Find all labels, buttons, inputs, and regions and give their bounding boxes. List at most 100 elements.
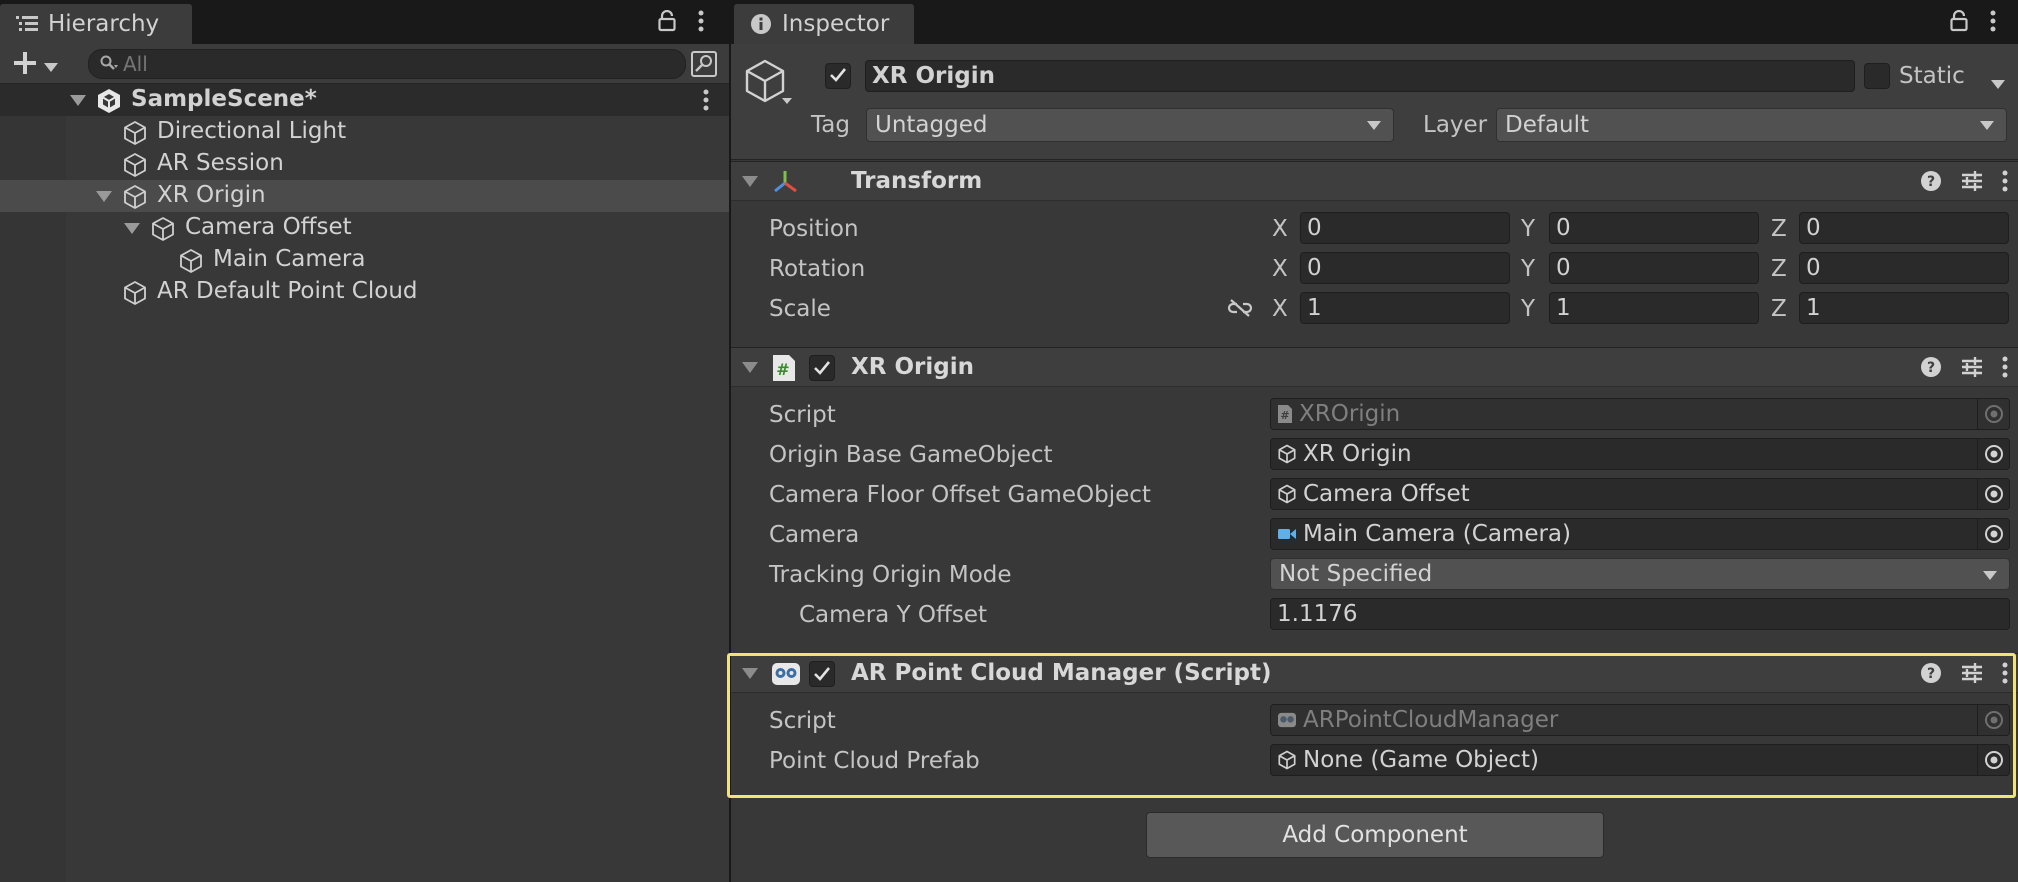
scale-label[interactable]: Scale bbox=[769, 296, 831, 322]
svg-text:?: ? bbox=[1927, 360, 1935, 376]
ar-point-cloud-manager-enabled-checkbox[interactable] bbox=[809, 661, 835, 687]
rotation-label[interactable]: Rotation bbox=[769, 256, 865, 282]
gameobject-cube-icon bbox=[1277, 484, 1297, 504]
expand-arrow-icon[interactable] bbox=[96, 191, 112, 202]
add-component-button[interactable]: Add Component bbox=[1146, 812, 1604, 858]
scene-name: SampleScene* bbox=[131, 86, 317, 112]
gameobject-cube-icon bbox=[1277, 444, 1297, 464]
rotation-z-axis[interactable]: Z bbox=[1771, 256, 1787, 282]
origin-base-field[interactable]: XR Origin bbox=[1270, 438, 2010, 470]
preset-sliders-icon[interactable] bbox=[1960, 356, 1984, 384]
scale-x-field[interactable]: 1 bbox=[1300, 292, 1510, 324]
position-x-field[interactable]: 0 bbox=[1300, 212, 1510, 244]
scale-y-field[interactable]: 1 bbox=[1549, 292, 1759, 324]
rotation-x-axis[interactable]: X bbox=[1272, 256, 1288, 282]
expand-arrow-icon[interactable] bbox=[124, 223, 140, 234]
search-scene-mode-icon[interactable] bbox=[690, 50, 718, 78]
camera-field[interactable]: Main Camera (Camera) bbox=[1270, 518, 2010, 550]
position-z-axis[interactable]: Z bbox=[1771, 216, 1787, 242]
kebab-menu-icon[interactable] bbox=[2002, 170, 2008, 198]
object-picker-icon[interactable] bbox=[1977, 439, 2009, 469]
hierarchy-search-box[interactable] bbox=[88, 49, 686, 79]
create-dropdown-button[interactable] bbox=[12, 50, 58, 82]
position-x-axis[interactable]: X bbox=[1272, 216, 1288, 242]
hierarchy-toolbar bbox=[0, 44, 729, 84]
hierarchy-search-input[interactable] bbox=[123, 52, 663, 76]
object-picker-icon bbox=[1977, 705, 2009, 735]
hierarchy-item-camera-offset[interactable]: Camera Offset bbox=[0, 212, 729, 244]
xr-origin-enabled-checkbox[interactable] bbox=[809, 355, 835, 381]
rotation-y-axis[interactable]: Y bbox=[1521, 256, 1535, 282]
kebab-menu-icon[interactable] bbox=[698, 10, 704, 38]
help-icon[interactable]: ? bbox=[1920, 662, 1942, 690]
hierarchy-item-ar-default-point-cloud[interactable]: AR Default Point Cloud bbox=[0, 276, 729, 308]
hierarchy-item-label: AR Session bbox=[157, 150, 284, 176]
camera-label: Camera bbox=[769, 522, 860, 548]
kebab-menu-icon[interactable] bbox=[2002, 356, 2008, 384]
position-y-axis[interactable]: Y bbox=[1521, 216, 1535, 242]
camera-y-offset-field[interactable]: 1.1176 bbox=[1270, 598, 2010, 630]
scene-kebab-icon[interactable] bbox=[703, 89, 709, 117]
help-icon[interactable]: ? bbox=[1920, 356, 1942, 384]
hierarchy-item-main-camera[interactable]: Main Camera bbox=[0, 244, 729, 276]
object-picker-icon[interactable] bbox=[1977, 745, 2009, 775]
object-active-checkbox[interactable] bbox=[825, 63, 851, 89]
kebab-menu-icon[interactable] bbox=[2002, 662, 2008, 690]
scale-y-axis[interactable]: Y bbox=[1521, 296, 1535, 322]
hierarchy-item-xr-origin[interactable]: XR Origin bbox=[0, 180, 729, 212]
gameobject-large-icon[interactable] bbox=[743, 58, 793, 114]
preset-sliders-icon[interactable] bbox=[1960, 170, 1984, 198]
help-icon[interactable]: ? bbox=[1920, 170, 1942, 198]
hierarchy-item-ar-session[interactable]: AR Session bbox=[0, 148, 729, 180]
scene-row[interactable]: SampleScene* bbox=[0, 84, 729, 116]
svg-text:?: ? bbox=[1927, 666, 1935, 682]
tracking-origin-mode-dropdown[interactable]: Not Specified bbox=[1270, 558, 2010, 590]
inspector-tab[interactable]: Inspector bbox=[734, 4, 914, 44]
lock-icon[interactable] bbox=[1950, 9, 1968, 38]
position-z-field[interactable]: 0 bbox=[1799, 212, 2009, 244]
unlinked-scale-icon[interactable] bbox=[1227, 298, 1253, 324]
layer-label: Layer bbox=[1423, 112, 1488, 138]
camera-y-offset-label[interactable]: Camera Y Offset bbox=[799, 602, 987, 628]
scale-z-field[interactable]: 1 bbox=[1799, 292, 2009, 324]
position-label[interactable]: Position bbox=[769, 216, 859, 242]
rotation-x-field[interactable]: 0 bbox=[1300, 252, 1510, 284]
static-checkbox[interactable] bbox=[1864, 63, 1890, 89]
hierarchy-item-directional-light[interactable]: Directional Light bbox=[0, 116, 729, 148]
tracking-origin-mode-label: Tracking Origin Mode bbox=[769, 562, 1012, 588]
point-cloud-prefab-field[interactable]: None (Game Object) bbox=[1270, 744, 2010, 776]
collapse-arrow-icon[interactable] bbox=[742, 176, 758, 187]
xr-origin-script-value: XROrigin bbox=[1299, 401, 1401, 427]
collapse-arrow-icon[interactable] bbox=[742, 668, 758, 679]
ar-point-cloud-manager-header[interactable]: AR Point Cloud Manager (Script) ? bbox=[731, 653, 2018, 693]
hierarchy-item-label: Main Camera bbox=[213, 246, 366, 272]
tracking-origin-mode-value: Not Specified bbox=[1279, 561, 1433, 587]
object-name-field[interactable]: XR Origin bbox=[865, 60, 1855, 92]
transform-title: Transform bbox=[851, 168, 983, 194]
object-picker-icon[interactable] bbox=[1977, 519, 2009, 549]
scale-z-axis[interactable]: Z bbox=[1771, 296, 1787, 322]
transform-header[interactable]: Transform ? bbox=[731, 161, 2018, 201]
tag-dropdown[interactable]: Untagged bbox=[866, 108, 1394, 142]
preset-sliders-icon[interactable] bbox=[1960, 662, 1984, 690]
kebab-menu-icon[interactable] bbox=[1990, 10, 1996, 38]
collapse-arrow-icon[interactable] bbox=[742, 362, 758, 373]
chevron-down-icon bbox=[1367, 121, 1381, 130]
hierarchy-tab[interactable]: Hierarchy bbox=[0, 4, 192, 44]
rotation-z-field[interactable]: 0 bbox=[1799, 252, 2009, 284]
scale-x-axis[interactable]: X bbox=[1272, 296, 1288, 322]
point-cloud-prefab-label: Point Cloud Prefab bbox=[769, 748, 980, 774]
hierarchy-tab-label: Hierarchy bbox=[48, 11, 160, 37]
lock-icon[interactable] bbox=[658, 9, 676, 38]
inspector-panel: Inspector XR Origin Static Tag Untagged … bbox=[731, 0, 2018, 882]
hierarchy-item-label: Directional Light bbox=[157, 118, 347, 144]
xr-origin-component-header[interactable]: # XR Origin ? bbox=[731, 347, 2018, 387]
camera-floor-offset-field[interactable]: Camera Offset bbox=[1270, 478, 2010, 510]
layer-dropdown[interactable]: Default bbox=[1496, 108, 2007, 142]
expand-arrow-icon[interactable] bbox=[70, 95, 86, 106]
static-dropdown-icon[interactable] bbox=[1991, 70, 2005, 96]
position-y-field[interactable]: 0 bbox=[1549, 212, 1759, 244]
object-picker-icon[interactable] bbox=[1977, 479, 2009, 509]
rotation-y-field[interactable]: 0 bbox=[1549, 252, 1759, 284]
hierarchy-item-label: Camera Offset bbox=[185, 214, 352, 240]
